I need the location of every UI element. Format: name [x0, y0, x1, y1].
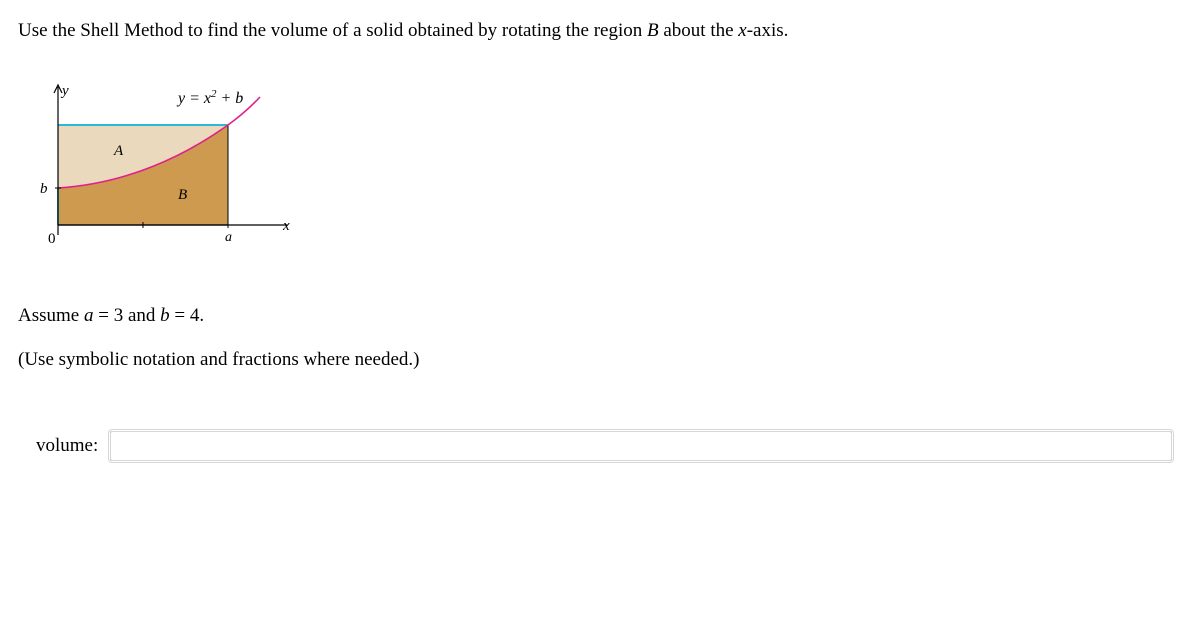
assumption-text: Assume a = 3 and b = 4. [18, 305, 1182, 327]
assume-eq1: = 3 and [93, 305, 160, 326]
a-tick-label: a [225, 230, 232, 245]
axis-var: x [738, 20, 746, 41]
y-label: y [60, 83, 69, 99]
answer-input[interactable] [110, 431, 1172, 461]
question-middle: about the [659, 20, 739, 41]
question-suffix: -axis. [747, 20, 789, 41]
question-prefix: Use the Shell Method to find the volume … [18, 20, 647, 41]
x-label: x [282, 218, 290, 234]
region-a-label: A [113, 143, 124, 159]
region-var: B [647, 20, 659, 41]
b-label: b [40, 181, 48, 197]
zero-label: 0 [48, 231, 56, 247]
question-text: Use the Shell Method to find the volume … [18, 18, 1182, 45]
curve-label: y = x2 + b [176, 88, 243, 107]
answer-label: volume: [36, 435, 98, 457]
region-b-label: B [178, 187, 187, 203]
b-var: b [160, 305, 170, 326]
figure-svg: y x b a 0 A B y = x2 + b [28, 75, 308, 265]
assume-eq2: = 4. [170, 305, 204, 326]
instruction-text: (Use symbolic notation and fractions whe… [18, 349, 1182, 371]
figure: y x b a 0 A B y = x2 + b [28, 75, 1182, 265]
answer-row: volume: [36, 431, 1172, 461]
assume-prefix: Assume [18, 305, 84, 326]
